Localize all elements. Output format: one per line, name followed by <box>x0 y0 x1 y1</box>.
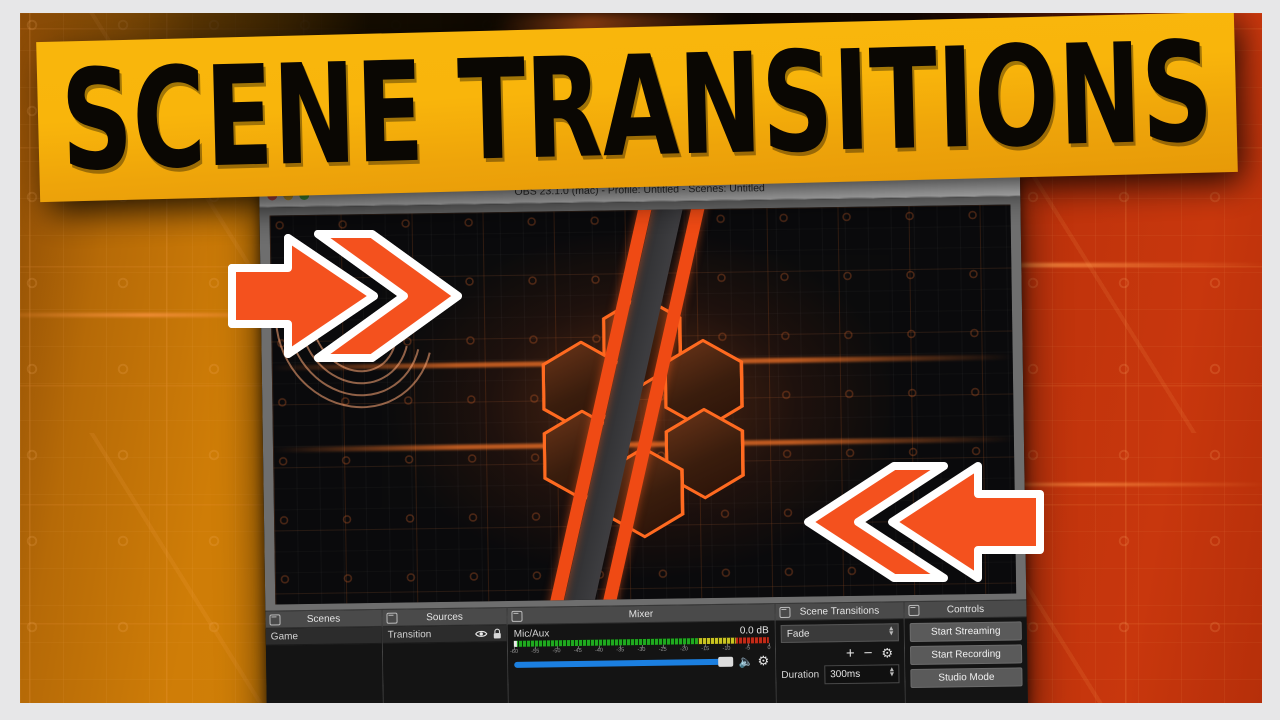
title-banner: SCENE TRANSITIONS <box>36 11 1243 212</box>
dock-sources-title: Sources <box>426 611 463 623</box>
start-streaming-button[interactable]: Start Streaming <box>909 621 1022 643</box>
transition-buttons[interactable]: + − ⚙ <box>781 645 893 662</box>
duration-row[interactable]: Duration 300ms ▲ ▼ <box>781 664 900 685</box>
left-annotation-arrow <box>222 226 472 366</box>
transition-properties-gear-icon[interactable]: ⚙ <box>881 645 893 660</box>
duration-value: 300ms <box>830 668 861 681</box>
obs-dock-row: Scenes Game Sources Transition Mixer Mic… <box>265 599 1028 720</box>
volume-slider-fill <box>514 658 722 668</box>
meter-tick-label: -60 <box>509 648 519 655</box>
meter-tick-label: -15 <box>701 646 710 653</box>
meter-tick-label: -5 <box>745 645 751 652</box>
eye-icon[interactable] <box>475 629 488 638</box>
chevron-updown-icon[interactable]: ▲ ▼ <box>888 625 895 637</box>
mixer-channel[interactable]: Mic/Aux 0.0 dB -60 -55 -50 -45 -40 -35 -30 -25-… <box>508 621 776 671</box>
duration-stepper-icon[interactable]: ▲ ▼ <box>888 666 895 678</box>
remove-transition-button[interactable]: − <box>864 645 873 662</box>
dock-scenes[interactable]: Scenes Game <box>265 609 385 720</box>
dock-scenes-header: Scenes <box>265 609 382 629</box>
mute-icon[interactable]: 🔈 <box>738 654 753 668</box>
mixer-channel-level: 0.0 dB <box>739 625 769 637</box>
dock-sources-body[interactable]: Transition <box>382 625 509 720</box>
add-transition-button[interactable]: + <box>846 645 855 662</box>
volume-slider-row[interactable]: 🔈 ⚙ <box>514 653 769 671</box>
dock-controls-header: Controls <box>904 600 1027 620</box>
meter-tick-label: -45 <box>573 647 582 655</box>
float-icon[interactable] <box>386 612 398 624</box>
dock-transitions-header: Scene Transitions <box>775 602 904 622</box>
float-icon[interactable] <box>779 606 791 618</box>
meter-tick-label: -25 <box>658 646 667 653</box>
dock-transitions-title: Scene Transitions <box>799 604 880 618</box>
meter-tick-label: -30 <box>637 646 646 654</box>
meter-tick-label: -40 <box>594 647 604 654</box>
dock-mixer-body[interactable]: Mic/Aux 0.0 dB -60 -55 -50 -45 -40 -35 -30 -25-… <box>507 621 777 720</box>
source-item-label: Transition <box>387 628 432 641</box>
banner-background: SCENE TRANSITIONS <box>36 11 1238 203</box>
meter-tick-label: -20 <box>679 646 689 653</box>
dock-scenes-body[interactable]: Game <box>265 626 384 720</box>
meter-tick-label: -10 <box>722 645 731 652</box>
duration-input[interactable]: 300ms ▲ ▼ <box>824 664 900 685</box>
float-icon[interactable] <box>908 604 920 617</box>
dock-mixer-title: Mixer <box>628 608 654 620</box>
dock-transitions-body[interactable]: Fade ▲ ▼ + − ⚙ Duration 300ms ▲ ▼ <box>775 619 905 718</box>
frame-left <box>0 0 20 720</box>
float-icon[interactable] <box>511 610 523 622</box>
banner-title: SCENE TRANSITIONS <box>59 12 1215 202</box>
mixer-channel-name: Mic/Aux <box>513 628 550 640</box>
gear-icon[interactable]: ⚙ <box>757 653 769 668</box>
volume-slider-knob[interactable] <box>717 656 734 667</box>
right-annotation-arrow <box>798 458 1050 586</box>
duration-label: Duration <box>781 669 820 681</box>
dock-controls[interactable]: Controls Start Streaming Start Recording… <box>904 600 1028 716</box>
meter-tick-label: -55 <box>531 648 540 655</box>
thumbnail-canvas: OBS 23.1.0 (mac) - Profile: Untitled - S… <box>0 0 1280 720</box>
studio-mode-button[interactable]: Studio Mode <box>910 667 1023 689</box>
dock-controls-body[interactable]: Start Streaming Start Recording Studio M… <box>904 617 1028 716</box>
transition-select[interactable]: Fade ▲ ▼ <box>780 623 899 643</box>
dock-scenes-title: Scenes <box>306 612 341 625</box>
dock-controls-title: Controls <box>946 603 985 615</box>
source-item-icons[interactable] <box>475 628 502 639</box>
meter-tick-label: -50 <box>552 648 561 655</box>
volume-slider[interactable] <box>514 656 735 668</box>
frame-right <box>1262 0 1280 720</box>
dock-sources-header: Sources <box>382 608 507 627</box>
dock-sources[interactable]: Sources Transition <box>382 608 510 720</box>
float-icon[interactable] <box>269 614 281 626</box>
start-recording-button[interactable]: Start Recording <box>909 644 1023 666</box>
dock-scene-transitions[interactable]: Scene Transitions Fade ▲ ▼ + − ⚙ Duratio… <box>775 602 906 718</box>
dock-mixer[interactable]: Mixer Mic/Aux 0.0 dB -60 -55 -50 -45 -40… <box>507 604 778 720</box>
scene-item-label: Game <box>270 630 299 643</box>
scene-list-item[interactable]: Game <box>265 626 382 646</box>
meter-tick-label: -35 <box>616 647 625 654</box>
transition-select-value: Fade <box>786 628 810 640</box>
meter-tick-label: 0 <box>767 645 771 652</box>
lock-icon[interactable] <box>493 628 502 639</box>
source-list-item[interactable]: Transition <box>382 625 507 644</box>
